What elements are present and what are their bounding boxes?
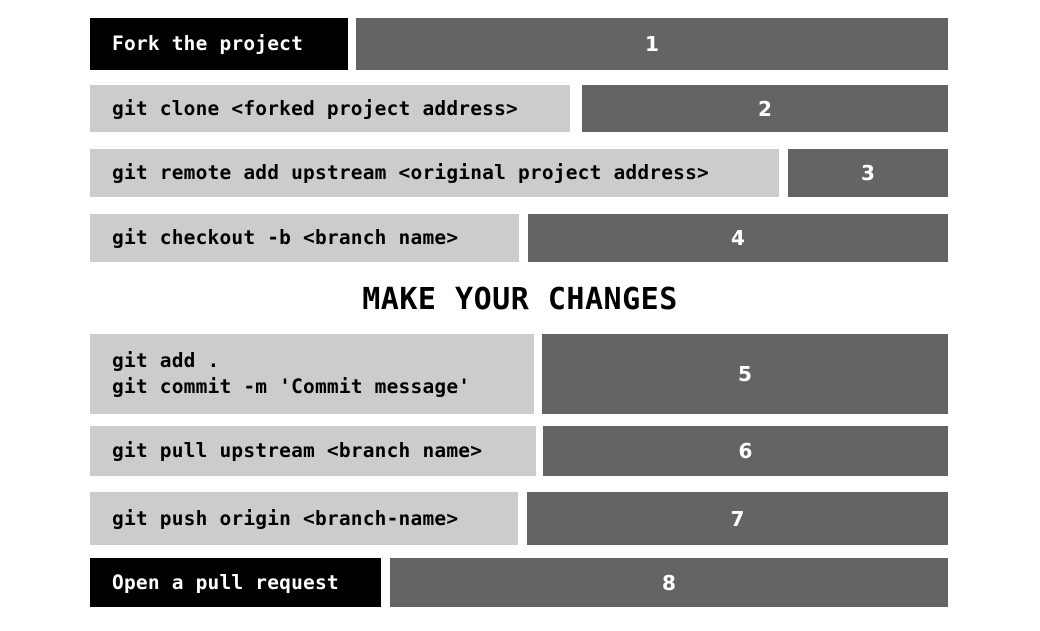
step-row-4: git checkout -b <branch name> 4 bbox=[0, 214, 1040, 262]
step-command-line: git commit -m 'Commit message' bbox=[112, 375, 471, 398]
step-command-4[interactable]: git checkout -b <branch name> bbox=[90, 214, 519, 262]
step-number-8: 8 bbox=[390, 558, 948, 607]
step-number-6: 6 bbox=[543, 426, 948, 476]
step-command-8[interactable]: Open a pull request bbox=[90, 558, 381, 607]
step-command-3[interactable]: git remote add upstream <original projec… bbox=[90, 149, 779, 197]
step-command-line: git checkout -b <branch name> bbox=[112, 226, 459, 249]
step-command-2[interactable]: git clone <forked project address> bbox=[90, 85, 570, 132]
step-row-8: Open a pull request 8 bbox=[0, 558, 1040, 607]
step-number-7: 7 bbox=[527, 492, 948, 545]
step-row-5: git add . git commit -m 'Commit message' 5 bbox=[0, 334, 1040, 414]
step-number-1: 1 bbox=[356, 18, 948, 70]
section-heading: MAKE YOUR CHANGES bbox=[362, 282, 678, 317]
step-command-7[interactable]: git push origin <branch-name> bbox=[90, 492, 518, 545]
step-command-6[interactable]: git pull upstream <branch name> bbox=[90, 426, 536, 476]
step-number-4: 4 bbox=[528, 214, 948, 262]
step-number-2: 2 bbox=[582, 85, 948, 132]
step-command-1[interactable]: Fork the project bbox=[90, 18, 348, 70]
step-command-line: git pull upstream <branch name> bbox=[112, 439, 483, 462]
step-command-line: Open a pull request bbox=[112, 570, 339, 594]
step-number-3: 3 bbox=[788, 149, 948, 197]
step-command-line: git clone <forked project address> bbox=[112, 96, 518, 120]
step-row-1: Fork the project 1 bbox=[0, 18, 1040, 70]
workflow-diagram: Fork the project 1 git clone <forked proje… bbox=[0, 0, 1040, 631]
step-number-5: 5 bbox=[542, 334, 948, 414]
step-command-5[interactable]: git add . git commit -m 'Commit message' bbox=[90, 334, 534, 414]
step-row-2: git clone <forked project address> 2 bbox=[0, 85, 1040, 132]
step-row-6: git pull upstream <branch name> 6 bbox=[0, 426, 1040, 476]
step-command-line: git add . bbox=[112, 349, 220, 372]
step-row-3: git remote add upstream <original projec… bbox=[0, 149, 1040, 197]
step-command-line: git push origin <branch-name> bbox=[112, 506, 459, 530]
step-row-7: git push origin <branch-name> 7 bbox=[0, 492, 1040, 545]
step-command-line: Fork the project bbox=[112, 32, 304, 55]
step-command-line: git remote add upstream <original projec… bbox=[112, 161, 709, 184]
